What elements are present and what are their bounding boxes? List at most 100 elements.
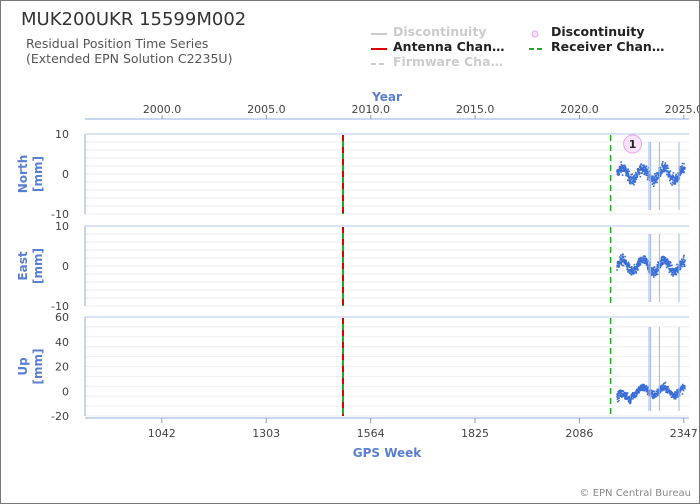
data-point [622,390,625,392]
data-point [640,256,643,259]
y-tick-label: 40 [55,336,69,349]
data-point [659,166,662,169]
data-point [646,258,648,261]
data-point [684,259,686,262]
data-point [669,170,672,172]
data-point [657,264,659,267]
data-point [683,263,686,266]
data-point [639,172,641,174]
y-axis-unit-north: [mm] [31,156,45,192]
top-axis-tick-label: 2010.0 [352,103,391,116]
data-point [635,178,638,181]
data-point [625,261,628,263]
data-point [669,261,672,264]
data-point [660,261,662,263]
top-axis-tick-label: 2020.0 [560,103,599,116]
data-point [640,163,643,166]
data-point [643,165,646,168]
data-point [633,272,635,274]
data-point [673,267,675,270]
data-point [618,399,620,402]
data-point [675,173,677,176]
data-point [621,174,624,176]
data-point [639,263,642,266]
data-point [656,394,659,397]
data-point [668,173,671,176]
data-point [664,162,667,164]
y-axis-unit-up: [mm] [31,349,45,385]
y-axis-unit-east: [mm] [31,248,45,284]
y-axis-title-up: Up [16,357,30,376]
data-point [653,185,655,187]
data-point [661,161,664,163]
data-point [682,389,685,392]
data-point [664,381,667,384]
data-point [638,259,640,262]
top-axis-tick-label: 2005.0 [247,103,286,116]
data-point [681,258,683,261]
data-point [666,173,668,176]
data-point [674,398,677,400]
y-axis-title-east: East [16,251,30,280]
data-point [653,276,655,278]
data-point [667,170,669,173]
data-point [671,264,673,267]
data-point [676,263,678,266]
data-point [669,179,671,182]
data-point [633,263,636,266]
data-point [627,261,630,264]
y-tick-label: 10 [55,220,69,233]
bottom-axis-tick-label: 1564 [357,427,385,440]
data-point [672,172,675,174]
data-point [633,183,635,186]
data-point [618,397,620,399]
data-point [622,253,624,256]
data-point [626,392,629,394]
y-tick-label: 60 [55,311,69,324]
y-tick-label: 0 [62,168,69,181]
chart-frame: MUK200UKR 15599M002 Residual Position Ti… [0,0,700,504]
data-point [683,171,685,173]
data-point [656,273,659,276]
data-point [632,270,635,272]
data-point [659,174,662,177]
data-point [675,396,678,398]
top-axis-title: Year [371,90,402,104]
data-point [656,181,658,184]
data-point [655,175,657,177]
data-point [630,400,632,402]
data-point [683,261,686,263]
data-point [627,168,629,171]
data-point [625,394,628,397]
data-point [645,165,648,168]
data-point [626,179,629,182]
bottom-axis-title: GPS Week [353,446,423,460]
y-tick-label: 20 [55,361,69,374]
data-point [651,180,654,183]
data-point [663,389,665,392]
data-point [618,173,621,175]
y-tick-label: 0 [62,385,69,398]
data-point [620,161,622,164]
data-point [622,256,625,258]
data-point [661,162,664,165]
data-point [646,178,649,181]
data-point [645,167,647,169]
y-tick-label: 10 [55,128,69,141]
data-point [635,271,638,274]
data-point [616,269,618,271]
top-axis-tick-label: 2025.0 [665,103,699,116]
data-point [668,263,671,265]
data-point [631,173,634,175]
chart-plot-area: 2000.0 2005.0 2010.0 2015.0 2020.0 2025.0 Year… [16,90,699,460]
data-point [669,182,672,185]
data-point [645,384,648,387]
data-point [638,391,640,394]
data-point [679,390,682,392]
data-point [641,172,643,174]
data-point [639,175,642,178]
data-point [636,174,639,177]
bottom-axis-tick-label: 1303 [252,427,280,440]
data-point [682,256,685,258]
data-point [679,267,682,270]
